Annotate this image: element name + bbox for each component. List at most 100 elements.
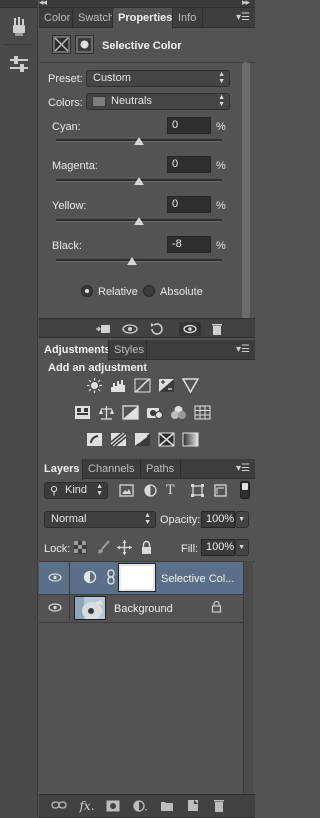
exposure-icon[interactable] [158,378,175,393]
updown-arrow-icon: ▲ ▼ [96,483,103,497]
visibility-toggle-icon[interactable] [179,322,201,336]
updown-arrow-icon: ▲ ▼ [218,94,225,108]
photo-filter-icon[interactable] [146,405,163,420]
layer-mask-thumbnail[interactable] [118,563,156,592]
hue-saturation-icon[interactable] [74,405,91,420]
add-mask-icon[interactable] [105,800,121,814]
opacity-dropdown[interactable]: ▼ [235,511,249,528]
panel-collapse-bar[interactable]: ◂◂ ▸▸ [39,0,255,8]
black-slider-track[interactable] [56,259,222,262]
gradient-map-icon[interactable] [182,432,199,447]
properties-tab-bar: Color Swatche Properties Info ▾☰ [39,8,255,29]
layer-name[interactable]: Selective Col... [161,573,234,585]
threshold-icon[interactable] [134,432,151,447]
yellow-unit: % [216,200,226,212]
brightness-contrast-icon[interactable] [86,378,103,393]
invert-icon[interactable] [86,432,103,447]
tab-layers[interactable]: Layers [39,459,83,480]
layers-scrollbar[interactable] [243,561,253,793]
black-white-icon[interactable] [122,405,139,420]
new-adjustment-layer-icon[interactable] [133,800,149,814]
fill-dropdown[interactable]: ▼ [235,539,249,556]
posterize-icon[interactable] [110,432,127,447]
yellow-value-field[interactable]: 0 [167,196,211,213]
adjustment-icon[interactable] [52,35,71,54]
lock-transparent-pixels-icon[interactable] [74,541,87,554]
relative-label: Relative [98,286,138,298]
absolute-radio[interactable] [143,285,155,297]
shape-layer-filter-icon[interactable] [190,484,207,499]
cyan-slider-thumb[interactable] [134,137,144,145]
tab-color[interactable]: Color [39,8,73,28]
color-lookup-icon[interactable] [194,405,211,420]
layers-bottom-bar: fx. [39,794,255,818]
magenta-value-field[interactable]: 0 [167,156,211,173]
selective-color-icon[interactable] [158,432,175,447]
magenta-slider-thumb[interactable] [134,177,144,185]
expand-arrows-icon[interactable]: ◂◂ [39,0,47,8]
layer-name[interactable]: Background [114,603,173,615]
adjustment-layer-filter-icon[interactable] [143,484,160,499]
tab-swatches[interactable]: Swatche [73,8,113,28]
tab-paths[interactable]: Paths [141,459,181,479]
black-value-field[interactable]: -8 [167,236,211,253]
tab-info[interactable]: Info [173,8,203,28]
layer-filter-select[interactable]: ⚲ Kind ▲ ▼ [44,482,108,499]
panel-menu-icon[interactable]: ▾☰ [236,340,255,359]
color-balance-icon[interactable] [98,405,115,420]
new-layer-icon[interactable] [185,799,201,813]
background-layer-thumbnail[interactable] [74,596,106,620]
tab-channels[interactable]: Channels [83,459,141,479]
left-collapse-bar[interactable] [0,0,37,8]
vibrance-icon[interactable] [181,378,200,394]
fill-field[interactable]: 100% [201,539,235,556]
collapse-arrows-icon[interactable]: ▸▸ [242,0,250,8]
colors-select[interactable]: Neutrals ▲ ▼ [86,93,230,110]
brush-presets-icon[interactable] [4,14,34,40]
tab-adjustments[interactable]: Adjustments [39,340,109,361]
layers-tab-bar: Layers Channels Paths ▾☰ [39,459,255,480]
magenta-label: Magenta: [52,160,98,172]
lock-all-icon[interactable] [140,540,157,555]
clip-to-layer-icon[interactable] [95,322,111,336]
preset-label: Preset: [48,73,83,85]
delete-layer-icon[interactable] [211,799,227,813]
channel-mixer-icon[interactable] [170,405,187,420]
yellow-slider-thumb[interactable] [134,217,144,225]
view-previous-state-icon[interactable] [121,322,138,336]
curves-icon[interactable] [134,378,151,393]
blend-mode-select[interactable]: Normal ▲ ▼ [44,511,156,528]
relative-radio[interactable] [81,285,93,297]
opacity-field[interactable]: 100% [201,511,235,528]
type-layer-filter-icon[interactable]: T [166,483,183,498]
lock-image-pixels-icon[interactable] [96,540,113,555]
panel-menu-icon[interactable]: ▾☰ [236,8,255,27]
visibility-eye-icon[interactable] [48,603,62,612]
visibility-eye-icon[interactable] [48,573,62,582]
layer-style-fx-icon[interactable]: fx. [79,799,95,813]
properties-scrollbar-thumb[interactable] [242,62,250,320]
levels-icon[interactable] [110,378,127,393]
new-group-icon[interactable] [159,800,175,814]
black-slider-thumb[interactable] [127,257,138,265]
lock-position-icon[interactable] [117,540,134,555]
link-layers-icon[interactable] [51,800,67,814]
link-icon[interactable] [106,569,116,585]
reset-icon[interactable] [149,322,165,336]
tool-options-icon[interactable] [4,51,34,77]
mask-icon[interactable] [75,35,94,54]
properties-bottom-bar [39,318,255,338]
preset-select[interactable]: Custom ▲ ▼ [86,70,230,87]
smart-object-filter-icon[interactable] [213,484,230,499]
tab-properties[interactable]: Properties [113,8,173,29]
tab-styles[interactable]: Styles [109,340,147,360]
lock-label: Lock: [44,543,71,555]
cyan-value-field[interactable]: 0 [167,117,211,134]
pixel-layer-filter-icon[interactable] [119,484,136,499]
filter-toggle-switch[interactable] [240,481,250,499]
delete-adjustment-icon[interactable] [209,322,225,336]
add-adjustment-title: Add an adjustment [48,362,148,374]
layer-lock-icon [211,600,222,613]
adjustments-tab-bar: Adjustments Styles ▾☰ [39,340,255,361]
panel-menu-icon[interactable]: ▾☰ [236,459,255,478]
